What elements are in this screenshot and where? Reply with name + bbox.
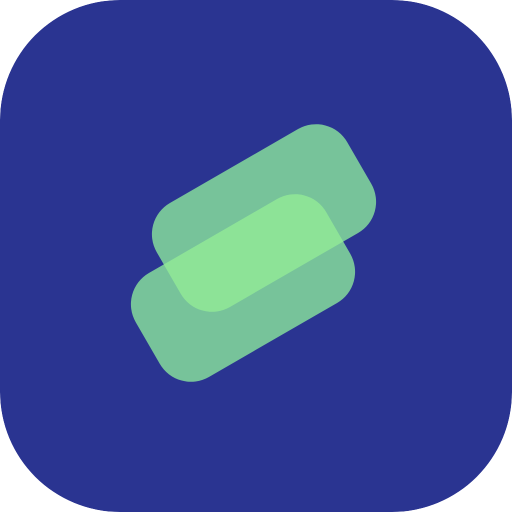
stacked-cards-icon	[0, 0, 512, 512]
app-icon[interactable]	[0, 0, 512, 512]
app-icon-background	[0, 0, 512, 512]
